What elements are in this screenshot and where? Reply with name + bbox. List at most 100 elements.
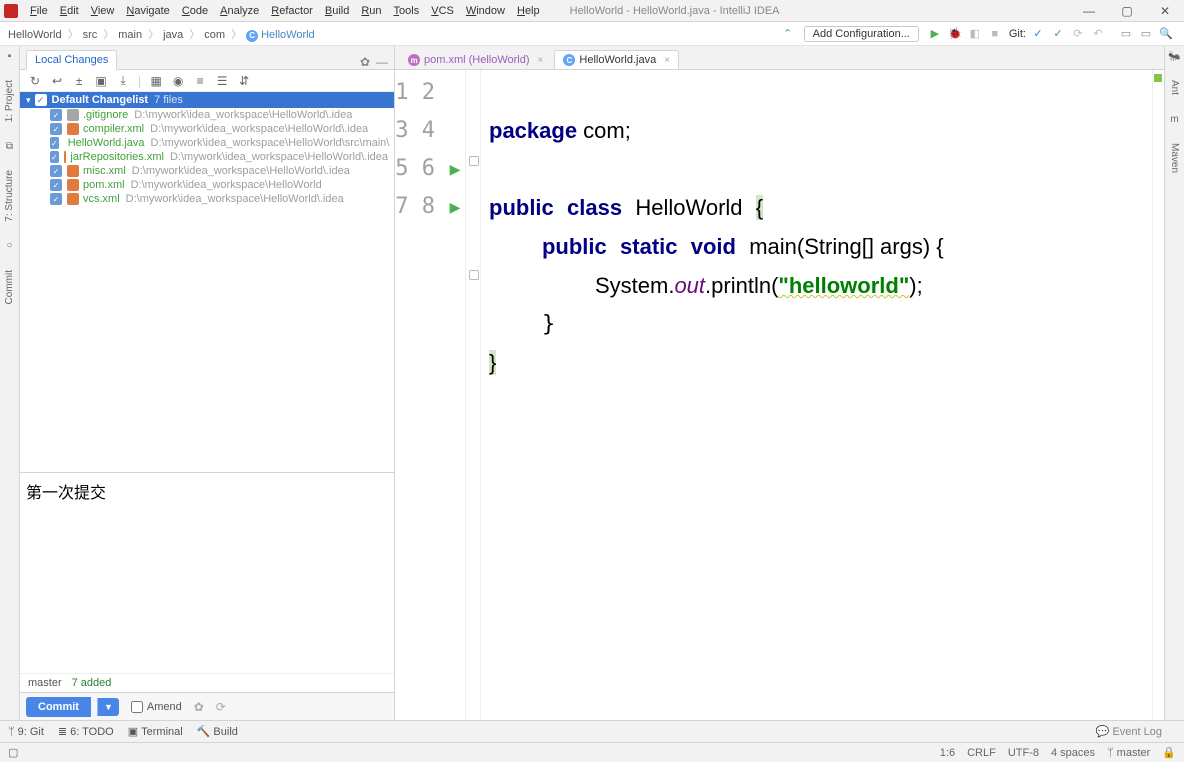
file-checkbox[interactable]: ✓ [50,193,62,205]
editor-tab[interactable]: mpom.xml (HelloWorld)× [399,50,552,69]
toolwindow-terminal[interactable]: ▣Terminal [128,725,183,738]
tab-commit[interactable]: Commit [4,266,15,308]
changed-file[interactable]: ✓jarRepositories.xmlD:\mywork\idea_works… [20,150,394,164]
add-configuration-button[interactable]: Add Configuration... [804,26,919,42]
file-checkbox[interactable]: ✓ [50,123,62,135]
refresh-icon[interactable]: ↻ [28,74,42,88]
breadcrumb-src[interactable]: src [83,29,98,41]
changed-file[interactable]: ✓compiler.xmlD:\mywork\idea_workspace\He… [20,122,394,136]
commit-button[interactable]: Commit [26,697,91,717]
indent-setting[interactable]: 4 spaces [1051,747,1095,759]
menu-view[interactable]: View [85,3,121,19]
toolwindow-build[interactable]: 🔨Build [197,725,238,738]
editor-tab[interactable]: CHelloWorld.java× [554,50,679,69]
breadcrumb-helloworld[interactable]: HelloWorld [8,29,62,41]
git-branch-status[interactable]: ᛘ master [1107,747,1150,759]
tab-project[interactable]: 1: Project [4,76,15,126]
root-checkbox[interactable]: ✓ [35,94,47,106]
local-changes-tab[interactable]: Local Changes [26,50,117,70]
run-class-icon[interactable]: ▶ [445,150,465,188]
menu-navigate[interactable]: Navigate [120,3,175,19]
commit-tab-icon[interactable]: ○ [4,240,16,252]
git-commit-icon[interactable]: ✓ [1050,26,1066,42]
breadcrumb-helloworld[interactable]: HelloWorld [261,29,315,41]
breadcrumb-com[interactable]: com [204,29,225,41]
structure-icon[interactable]: ⧉ [4,140,16,152]
project-icon[interactable]: ▪ [4,50,16,62]
menu-build[interactable]: Build [319,3,355,19]
commit-dropdown[interactable]: ▼ [97,698,119,716]
group-icon[interactable]: ▦ [149,74,163,88]
changelist-icon[interactable]: ▣ [94,74,108,88]
amend-checkbox[interactable]: Amend [131,701,182,713]
project-structure-icon[interactable]: ▭ [1118,26,1134,42]
file-checkbox[interactable]: ✓ [50,179,62,191]
changelist-root[interactable]: ▾ ✓ Default Changelist 7 files [20,92,394,108]
close-tab-icon[interactable]: × [538,55,544,66]
settings-icon[interactable]: ▭ [1138,26,1154,42]
rollback-icon[interactable]: ↩ [50,74,64,88]
changed-file[interactable]: ✓misc.xmlD:\mywork\idea_workspace\HelloW… [20,164,394,178]
tab-maven[interactable]: Maven [1169,139,1180,177]
build-icon[interactable]: ⌃ [780,26,796,42]
close-tab-icon[interactable]: × [664,55,670,66]
menu-vcs[interactable]: VCS [425,3,460,19]
fold-marker-icon[interactable] [469,156,479,166]
warning-mark-icon[interactable] [1154,74,1162,82]
changed-file[interactable]: ✓vcs.xmlD:\mywork\idea_workspace\HelloWo… [20,192,394,206]
git-update-icon[interactable]: ✓ [1030,26,1046,42]
commit-gear-icon[interactable]: ✿ [194,700,204,714]
tab-structure[interactable]: 7: Structure [4,166,15,226]
tab-ant[interactable]: Ant [1169,76,1180,99]
git-revert-icon[interactable]: ↶ [1090,26,1106,42]
stop-icon[interactable]: ■ [987,26,1003,42]
commit-history-icon[interactable]: ⟳ [216,700,226,714]
menu-refactor[interactable]: Refactor [265,3,319,19]
changed-file[interactable]: ✓.gitignoreD:\mywork\idea_workspace\Hell… [20,108,394,122]
maximize-button[interactable]: ▢ [1112,4,1142,18]
git-history-icon[interactable]: ⟳ [1070,26,1086,42]
breadcrumb-main[interactable]: main [118,29,142,41]
panel-settings-icon[interactable]: ✿ [360,55,370,69]
event-log[interactable]: 💬Event Log [1096,725,1162,738]
menu-code[interactable]: Code [176,3,214,19]
menu-window[interactable]: Window [460,3,511,19]
chevron-down-icon[interactable]: ▾ [26,95,31,106]
coverage-icon[interactable]: ◧ [967,26,983,42]
diff-icon[interactable]: ± [72,74,86,88]
menu-file[interactable]: File [24,3,54,19]
file-checkbox[interactable]: ✓ [50,109,62,121]
lock-icon[interactable]: 🔒 [1162,746,1176,759]
menu-help[interactable]: Help [511,3,546,19]
file-checkbox[interactable]: ✓ [50,151,59,163]
shelve-icon[interactable]: ⤓ [116,73,130,88]
file-checkbox[interactable]: ✓ [50,137,59,149]
line-separator[interactable]: CRLF [967,747,996,759]
run-icon[interactable]: ▶ [927,26,943,42]
breadcrumb-java[interactable]: java [163,29,183,41]
status-icon[interactable]: ▢ [8,746,18,759]
panel-hide-icon[interactable]: — [376,55,388,69]
menu-tools[interactable]: Tools [388,3,426,19]
toolwindow-todo[interactable]: ≣6: TODO [58,725,114,738]
minimize-button[interactable]: — [1074,4,1104,18]
filter-icon[interactable]: ⇵ [237,74,251,88]
menu-analyze[interactable]: Analyze [214,3,265,19]
expand-icon[interactable]: ≡ [193,74,207,88]
commit-message-input[interactable] [26,479,388,667]
ant-icon[interactable]: 🐜 [1169,50,1181,62]
search-everywhere-icon[interactable]: 🔍 [1158,26,1174,42]
collapse-icon[interactable]: ☰ [215,74,229,88]
run-method-icon[interactable]: ▶ [445,188,465,226]
maven-icon[interactable]: m [1169,113,1181,125]
menu-run[interactable]: Run [355,3,387,19]
code-editor[interactable]: package com; public class HelloWorld { p… [481,70,1152,720]
menu-edit[interactable]: Edit [54,3,85,19]
toolwindow-git[interactable]: ᛘ9: Git [8,726,44,738]
file-encoding[interactable]: UTF-8 [1008,747,1039,759]
changed-file[interactable]: ✓pom.xmlD:\mywork\idea_workspace\HelloWo… [20,178,394,192]
debug-icon[interactable]: 🐞 [947,26,963,42]
file-checkbox[interactable]: ✓ [50,165,62,177]
caret-position[interactable]: 1:6 [940,747,955,759]
changed-file[interactable]: ✓HelloWorld.javaD:\mywork\idea_workspace… [20,136,394,150]
